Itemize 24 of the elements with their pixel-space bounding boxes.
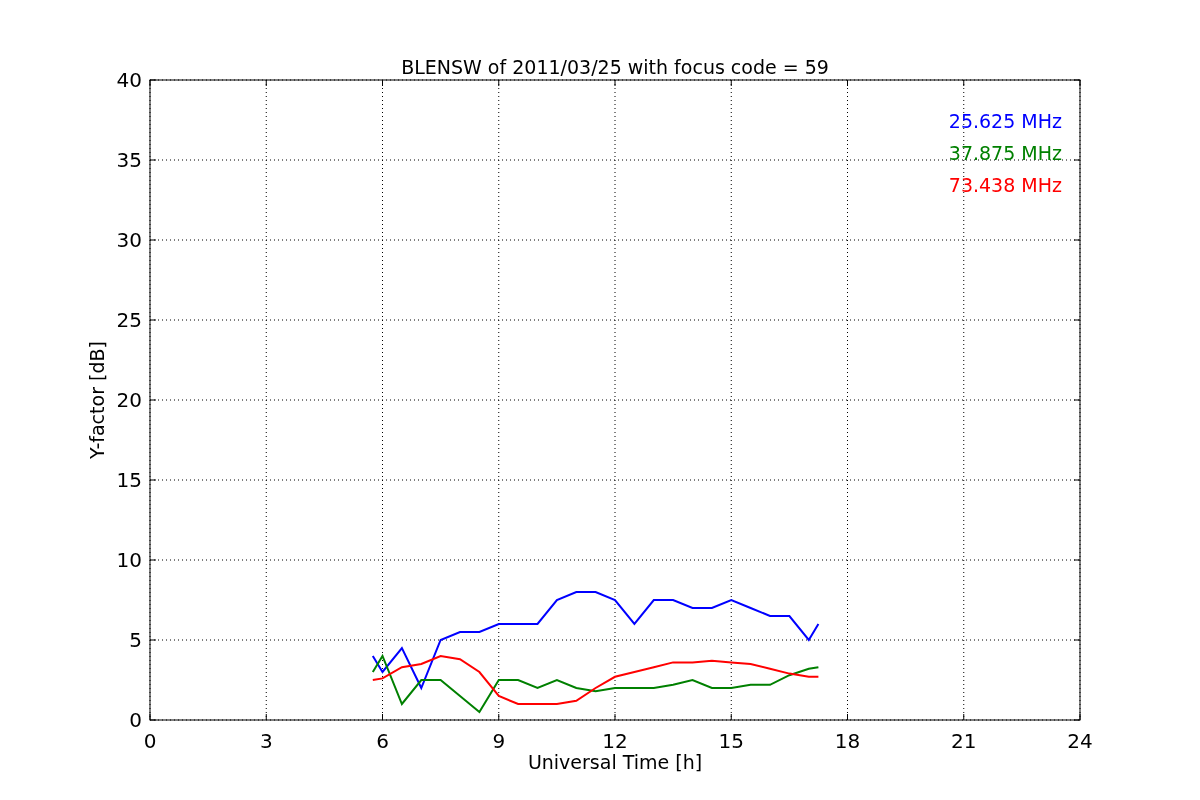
legend-label: 25.625 MHz (948, 110, 1062, 132)
x-tick-label: 24 (1067, 729, 1093, 753)
y-tick-label: 20 (116, 388, 142, 412)
x-tick-label: 15 (718, 729, 744, 753)
y-tick-label: 35 (116, 148, 142, 172)
y-tick-label: 30 (116, 228, 142, 252)
x-tick-label: 18 (834, 729, 861, 753)
x-axis-label: Universal Time [h] (527, 751, 703, 773)
x-tick-label: 0 (143, 729, 157, 753)
x-tick-label: 9 (492, 729, 506, 753)
x-tick-label: 6 (376, 729, 389, 753)
y-tick-label: 10 (116, 548, 142, 572)
y-tick-label: 15 (116, 468, 142, 492)
y-tick-label: 5 (129, 628, 142, 652)
x-tick-label: 12 (602, 729, 628, 753)
y-axis-label: Y-factor [dB] (86, 341, 108, 459)
y-tick-label: 25 (116, 308, 142, 332)
chart-title: BLENSW of 2011/03/25 with focus code = 59 (401, 56, 829, 78)
y-tick-label: 40 (116, 68, 142, 92)
x-tick-label: 21 (951, 729, 977, 753)
legend-label: 73.438 MHz (948, 174, 1062, 196)
x-tick-label: 3 (259, 729, 273, 753)
y-tick-label: 0 (129, 708, 142, 732)
legend-label: 37.875 MHz (948, 142, 1062, 164)
